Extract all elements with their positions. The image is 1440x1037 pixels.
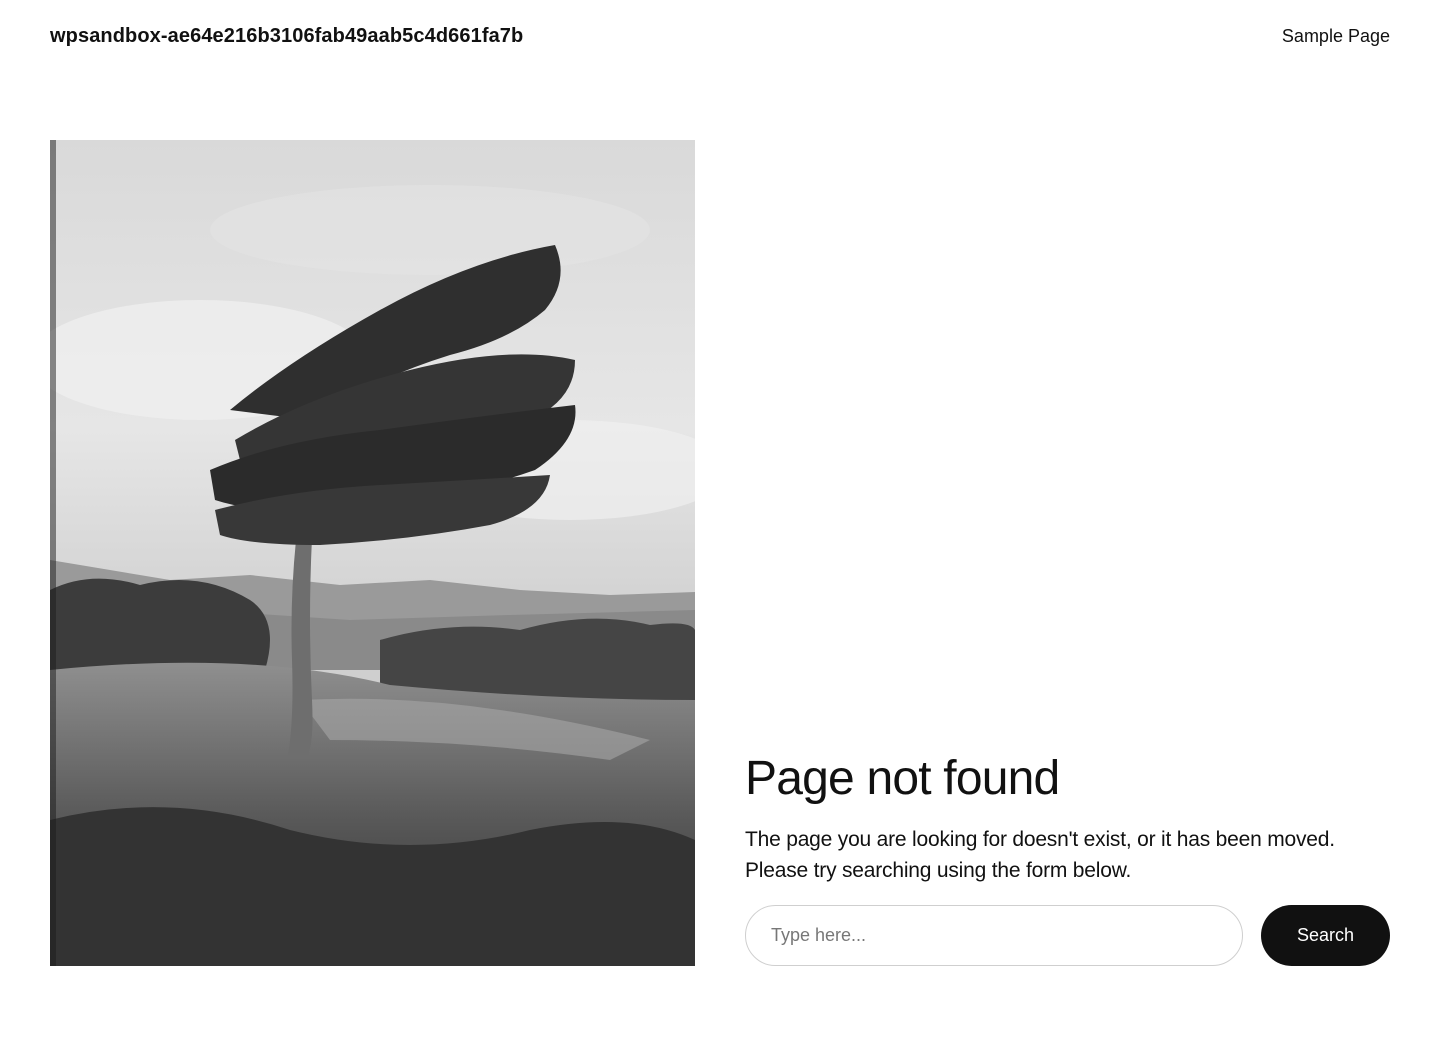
not-found-message: The page you are looking for doesn't exi… (745, 824, 1390, 886)
site-title-link[interactable]: wpsandbox-ae64e216b3106fab49aab5c4d661fa… (50, 25, 523, 48)
featured-image (50, 140, 695, 966)
site-header: wpsandbox-ae64e216b3106fab49aab5c4d661fa… (50, 20, 1390, 52)
not-found-message-line-1: The page you are looking for doesn't exi… (745, 828, 1335, 851)
primary-nav: Sample Page (1282, 26, 1390, 47)
search-input[interactable] (745, 905, 1243, 966)
main-content: Page not found The page you are looking … (745, 750, 1390, 886)
search-button[interactable]: Search (1261, 905, 1390, 966)
search-form: Search (745, 905, 1390, 966)
page-title: Page not found (745, 752, 1060, 805)
nav-item-sample-page[interactable]: Sample Page (1282, 26, 1390, 46)
windswept-tree-photo-icon (50, 140, 695, 966)
not-found-message-line-2: Please try searching using the form belo… (745, 859, 1132, 882)
